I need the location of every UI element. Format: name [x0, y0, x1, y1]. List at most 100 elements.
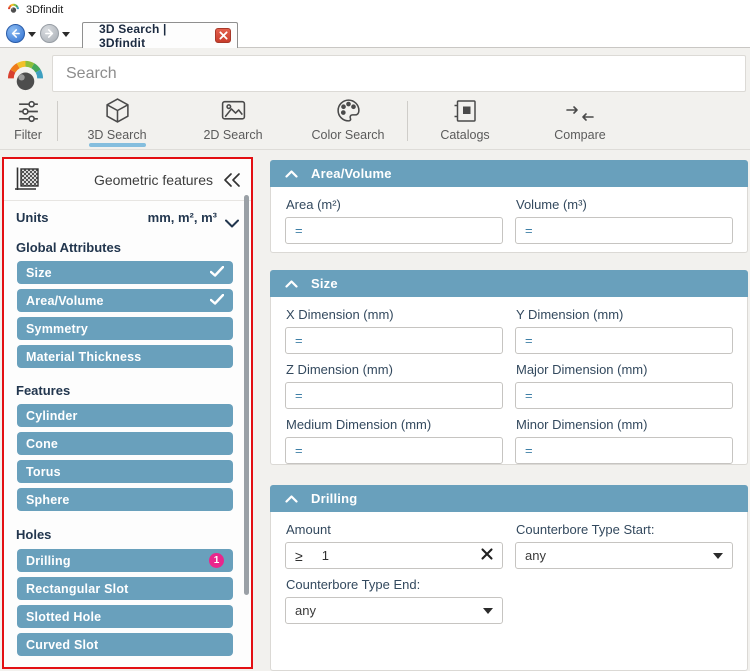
area-input[interactable] [285, 217, 503, 244]
field-medium-dimension: Medium Dimension (mm) [285, 409, 503, 464]
filter-button-rectangular-slot[interactable]: Rectangular Slot [17, 577, 233, 600]
sidebar-scrollbar-thumb[interactable] [244, 195, 249, 595]
browser-nav-row: 3D Search | 3Dfindit [0, 19, 750, 50]
panel-title: Area/Volume [311, 166, 392, 181]
minor-dimension-input[interactable] [515, 437, 733, 464]
units-value[interactable]: mm, m², m³ [148, 210, 217, 225]
filter-button-slotted-hole[interactable]: Slotted Hole [17, 605, 233, 628]
x-dimension-input[interactable] [285, 327, 503, 354]
chevron-down-icon[interactable] [225, 215, 239, 233]
gte-operator[interactable]: ≥ [295, 548, 303, 564]
selected-option: any [525, 548, 546, 563]
filter-button-size[interactable]: Size [17, 261, 233, 284]
panel-header-area-volume[interactable]: Area/Volume [270, 160, 748, 187]
active-tab-underline [89, 143, 146, 147]
filter-button-area-volume[interactable]: Area/Volume [17, 289, 233, 312]
field-z-dimension: Z Dimension (mm) [285, 354, 503, 409]
tab-3d-search[interactable]: 3D Search | 3Dfindit [82, 21, 238, 50]
filter-button-sphere[interactable]: Sphere [17, 488, 233, 511]
section-heading-features: Features [16, 383, 71, 398]
search-input[interactable] [52, 55, 746, 92]
check-icon [209, 264, 225, 282]
amount-value[interactable]: 1 [322, 548, 481, 563]
toolbar-separator [0, 149, 750, 150]
app-logo-icon [7, 1, 20, 19]
filter-button-curved-slot[interactable]: Curved Slot [17, 633, 233, 656]
cube-icon [104, 97, 131, 124]
sidebar-title: Geometric features [93, 172, 213, 188]
palette-icon [335, 97, 362, 124]
toolbar-item-3d-search[interactable]: 3D Search [75, 97, 159, 142]
check-icon [209, 292, 225, 310]
toolbar-item-filter[interactable]: Filter [4, 97, 52, 142]
chevron-up-icon [285, 165, 298, 183]
clear-icon[interactable] [481, 548, 493, 563]
back-dropdown-caret[interactable] [28, 32, 36, 37]
volume-input[interactable] [515, 217, 733, 244]
field-x-dimension: X Dimension (mm) [285, 299, 503, 354]
filter-button-drilling[interactable]: Drilling 1 [17, 549, 233, 572]
toolbar-item-catalogs[interactable]: Catalogs [423, 97, 507, 142]
window-titlebar: 3Dfindit [0, 0, 750, 19]
field-counterbore-start: Counterbore Type Start: any [515, 514, 733, 569]
app-content: Filter 3D Search 2D Search [0, 48, 750, 671]
select-caret-icon [483, 607, 493, 614]
toolbar-label: Filter [14, 128, 42, 142]
panel-body: Amount ≥ 1 Counterbore Type Start: any C… [270, 512, 748, 671]
image-icon [220, 97, 247, 124]
findit-gauge-logo [3, 55, 48, 99]
toolbar-item-compare[interactable]: Compare [538, 97, 622, 142]
panel-title: Drilling [311, 491, 358, 506]
units-label: Units [16, 210, 49, 225]
selected-option: any [295, 603, 316, 618]
chevron-up-icon [285, 275, 298, 293]
toolbar-label: 2D Search [203, 128, 263, 142]
filter-button-material-thickness[interactable]: Material Thickness [17, 345, 233, 368]
panel-header-size[interactable]: Size [270, 270, 748, 297]
toolbar-divider [57, 101, 58, 141]
panel-title: Size [311, 276, 338, 291]
field-minor-dimension: Minor Dimension (mm) [515, 409, 733, 464]
y-dimension-input[interactable] [515, 327, 733, 354]
major-dimension-input[interactable] [515, 382, 733, 409]
forward-dropdown-caret[interactable] [62, 32, 70, 37]
back-button[interactable] [6, 24, 25, 43]
geometric-features-icon [13, 166, 41, 199]
collapse-double-chevron-icon[interactable] [221, 169, 243, 196]
toolbar-label: Compare [554, 128, 606, 142]
panel-header-drilling[interactable]: Drilling [270, 485, 748, 512]
tab-close-icon[interactable] [215, 28, 231, 43]
tab-label: 3D Search | 3Dfindit [99, 21, 167, 50]
compare-arrows-icon [564, 97, 596, 124]
filter-button-torus[interactable]: Torus [17, 460, 233, 483]
counterbore-end-select[interactable]: any [285, 597, 503, 624]
forward-button[interactable] [40, 24, 59, 43]
counterbore-start-select[interactable]: any [515, 542, 733, 569]
select-caret-icon [713, 552, 723, 559]
chevron-up-icon [285, 490, 298, 508]
panel-drilling: Drilling Amount ≥ 1 Counterbore Type Sta… [270, 485, 748, 671]
toolbar-item-color-search[interactable]: Color Search [300, 97, 396, 142]
toolbar-divider [407, 101, 408, 141]
toolbar-label: 3D Search [87, 128, 147, 142]
field-counterbore-end: Counterbore Type End: any [285, 569, 503, 624]
section-heading-holes: Holes [16, 527, 52, 542]
amount-input[interactable]: ≥ 1 [285, 542, 503, 569]
catalog-book-icon [452, 97, 478, 124]
z-dimension-input[interactable] [285, 382, 503, 409]
field-area: Area (m²) [285, 189, 503, 244]
filter-button-cone[interactable]: Cone [17, 432, 233, 455]
filter-button-symmetry[interactable]: Symmetry [17, 317, 233, 340]
window-title: 3Dfindit [26, 3, 64, 16]
field-major-dimension: Major Dimension (mm) [515, 354, 733, 409]
field-amount: Amount ≥ 1 [285, 514, 503, 569]
field-volume: Volume (m³) [515, 189, 733, 244]
panel-body: Area (m²) Volume (m³) [270, 187, 748, 253]
medium-dimension-input[interactable] [285, 437, 503, 464]
toolbar-label: Color Search [311, 128, 385, 142]
toolbar-item-2d-search[interactable]: 2D Search [191, 97, 275, 142]
panel-body: X Dimension (mm) Y Dimension (mm) Z Dime… [270, 297, 748, 465]
panel-area-volume: Area/Volume Area (m²) Volume (m³) [270, 160, 748, 253]
panel-size: Size X Dimension (mm) Y Dimension (mm) Z… [270, 270, 748, 465]
filter-button-cylinder[interactable]: Cylinder [17, 404, 233, 427]
